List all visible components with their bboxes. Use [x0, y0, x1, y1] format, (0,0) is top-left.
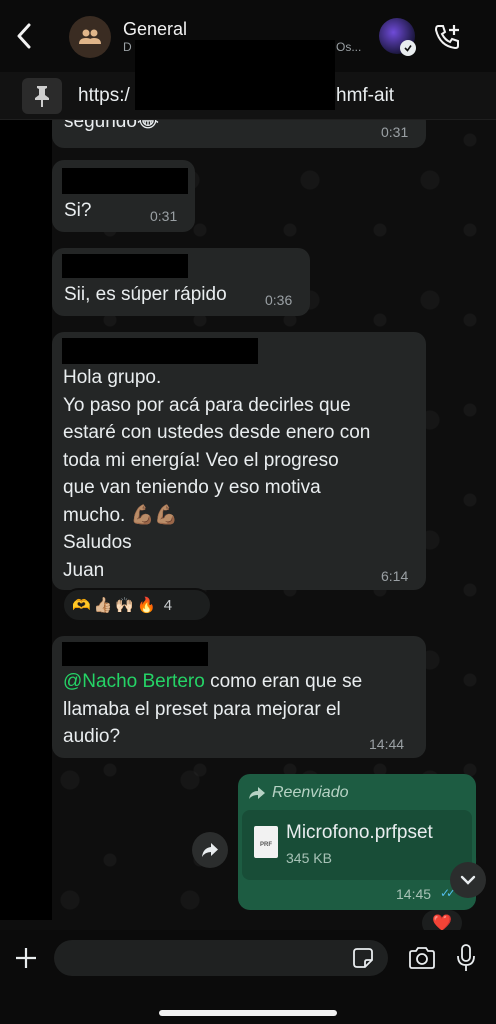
reaction-emoji: 👍🏼 — [93, 597, 113, 614]
message-bubble[interactable]: Hola grupo. Yo paso por acá para decirle… — [52, 332, 426, 590]
forwarded-label: Reenviado — [248, 784, 349, 802]
message-text: segundo😂 — [64, 120, 160, 132]
message-line: que van teniendo y eso motiva — [63, 477, 321, 498]
message-text: Hola grupo. Yo paso por acá para decirle… — [63, 364, 423, 584]
reaction-heart[interactable]: ❤️ — [422, 910, 462, 930]
home-indicator — [159, 1010, 337, 1016]
outgoing-file-message[interactable]: Reenviado PRF Microfono.prfpset 345 KB 1… — [238, 774, 476, 910]
reaction-emoji: 🫶 — [72, 597, 91, 614]
sticker-icon — [353, 948, 373, 968]
file-attachment[interactable]: PRF Microfono.prfpset 345 KB — [242, 810, 472, 880]
file-name: Microfono.prfpset — [286, 822, 433, 843]
message-text: Sii, es súper rápido — [64, 284, 227, 305]
add-call-button[interactable] — [430, 20, 464, 54]
reaction-emoji: 🙌🏻 — [115, 597, 135, 614]
pinned-link-text-end[interactable]: hmf-ait — [336, 85, 394, 107]
forward-icon — [249, 787, 265, 799]
message-line: Yo paso por acá para decirles que — [63, 394, 351, 416]
scroll-to-bottom-button[interactable] — [450, 862, 486, 898]
verified-badge-icon — [400, 40, 416, 56]
attach-button[interactable] — [12, 944, 40, 972]
message-line: Saludos — [63, 532, 132, 553]
microphone-icon — [457, 944, 475, 971]
pinned-link-text[interactable]: https:/ — [78, 85, 130, 107]
sticker-button[interactable] — [352, 947, 374, 969]
message-text: Si? — [64, 200, 92, 221]
message-time: 0:31 — [150, 208, 178, 224]
message-composer — [0, 930, 496, 1024]
user-mention[interactable]: @Nacho Bertero — [63, 671, 205, 692]
message-line: estaré con ustedes desde enero con — [63, 422, 371, 443]
voice-message-button[interactable] — [452, 942, 480, 974]
group-avatar[interactable] — [69, 16, 111, 58]
message-line: llamaba el preset para mejorar el — [63, 698, 341, 720]
chat-title[interactable]: General — [123, 19, 187, 40]
file-size: 345 KB — [286, 850, 332, 866]
message-time: 0:36 — [265, 292, 293, 308]
message-list[interactable]: segundo😂 0:31 Si? 0:31 Sii, es súper ráp… — [0, 120, 496, 930]
message-bubble[interactable]: @Nacho Bertero como eran que se llamaba … — [52, 636, 426, 758]
share-arrow-icon — [202, 843, 218, 857]
message-time: 14:45 — [396, 886, 432, 902]
camera-button[interactable] — [406, 944, 438, 972]
message-line: toda mi energía! Veo el progreso — [63, 449, 339, 471]
message-line: mucho. 💪🏽💪🏽 — [63, 504, 178, 526]
sender-name-redacted — [62, 642, 208, 666]
message-bubble[interactable]: Si? 0:31 — [52, 160, 195, 232]
message-time: 14:44 — [369, 736, 405, 752]
message-time: 6:14 — [381, 568, 409, 584]
sender-name-redacted — [62, 254, 188, 278]
redaction-block — [135, 40, 335, 110]
reaction-count: 4 — [163, 596, 173, 614]
message-line: Juan — [63, 559, 105, 581]
pin-icon — [22, 78, 62, 114]
message-line: @Nacho Bertero como eran que se — [63, 671, 363, 692]
chevron-down-icon — [460, 875, 476, 885]
message-input[interactable] — [54, 940, 388, 976]
chat-subtitle-end: Os... — [336, 40, 362, 54]
phone-plus-icon — [434, 25, 459, 50]
message-bubble[interactable]: segundo😂 0:31 — [52, 120, 426, 148]
chevron-left-icon — [17, 23, 31, 49]
read-receipt-icon: ✓✓ — [440, 886, 456, 900]
group-icon — [79, 29, 101, 44]
camera-icon — [409, 947, 435, 969]
document-icon: PRF — [254, 826, 278, 858]
reaction-emoji: 🔥 — [137, 597, 156, 614]
forward-button[interactable] — [192, 832, 228, 868]
message-line: Hola grupo. — [63, 367, 162, 388]
redaction-block — [0, 120, 52, 920]
plus-icon — [16, 948, 36, 968]
sender-name-redacted — [62, 168, 188, 194]
message-bubble[interactable]: Sii, es súper rápido 0:36 — [52, 248, 310, 316]
back-button[interactable] — [10, 20, 38, 52]
reaction-summary[interactable]: 🫶 👍🏼 🙌🏻 🔥 4 — [62, 588, 212, 622]
sender-name-redacted — [62, 338, 258, 364]
message-time: 0:31 — [381, 124, 409, 140]
